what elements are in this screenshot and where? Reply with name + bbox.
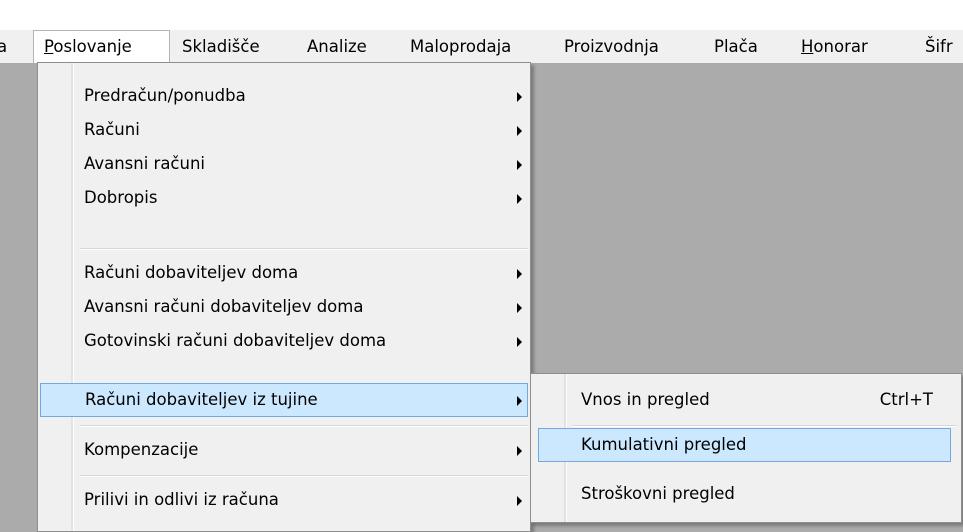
menu-item-prilivi-in-odlivi[interactable]: Prilivi in odlivi iz računa xyxy=(74,483,530,517)
menu-item-honorar[interactable]: Honorar xyxy=(801,30,868,63)
racuni-tujina-submenu: Vnos in pregled Ctrl+T Kumulativni pregl… xyxy=(530,373,962,523)
submenu-arrow-icon xyxy=(517,126,522,136)
menu-item-kompenzacije[interactable]: Kompenzacije xyxy=(74,433,530,467)
menu-item-predracun-ponudba[interactable]: Predračun/ponudba xyxy=(74,79,530,113)
menu-item-gotovinski-racuni-dobaviteljev-doma[interactable]: Gotovinski računi dobaviteljev doma xyxy=(74,324,530,358)
menu-item-poslovanje-label: Poslovanje xyxy=(44,37,132,56)
menu-item-racuni[interactable]: Računi xyxy=(74,113,530,147)
submenu-arrow-icon xyxy=(517,269,522,279)
submenu-arrow-icon xyxy=(517,92,522,102)
menu-separator xyxy=(80,425,528,427)
menu-item-racuni-dobaviteljev-iz-tujine[interactable]: Računi dobaviteljev iz tujine xyxy=(40,383,528,417)
submenu-item-stroskovni-pregled[interactable]: Stroškovni pregled xyxy=(567,477,961,511)
submenu-arrow-icon xyxy=(517,303,522,313)
submenu-item-vnos-in-pregled[interactable]: Vnos in pregled Ctrl+T xyxy=(567,383,961,417)
submenu-arrow-icon xyxy=(517,446,522,456)
menu-item-cut-left-label: a xyxy=(0,37,8,56)
menu-item-proizvodnja[interactable]: Proizvodnja xyxy=(564,30,659,63)
menu-separator xyxy=(80,475,528,477)
menu-item-maloprodaja[interactable]: Maloprodaja xyxy=(410,30,511,63)
title-area xyxy=(0,0,963,30)
menu-separator xyxy=(80,248,528,250)
submenu-arrow-icon xyxy=(517,194,522,204)
menu-item-avansni-racuni-dobaviteljev-doma[interactable]: Avansni računi dobaviteljev doma xyxy=(74,290,530,324)
shortcut-ctrl-t: Ctrl+T xyxy=(879,390,933,409)
menu-bar: a Poslovanje Skladišče Analize Maloproda… xyxy=(0,30,963,63)
menu-item-analize[interactable]: Analize xyxy=(307,30,367,63)
menu-item-poslovanje[interactable]: Poslovanje xyxy=(33,30,170,63)
submenu-item-kumulativni-pregled[interactable]: Kumulativni pregled xyxy=(538,428,951,462)
menu-item-cut-left[interactable]: a xyxy=(0,30,10,63)
menu-item-racuni-dobaviteljev-doma[interactable]: Računi dobaviteljev doma xyxy=(74,256,530,290)
menu-item-skladisce[interactable]: Skladišče xyxy=(182,30,260,63)
menu-item-sifr[interactable]: Šifr xyxy=(925,30,963,63)
submenu-separator xyxy=(573,425,957,427)
menu-item-dobropis[interactable]: Dobropis xyxy=(74,181,530,215)
menu-item-avansni-racuni[interactable]: Avansni računi xyxy=(74,147,530,181)
submenu-arrow-icon xyxy=(517,337,522,347)
submenu-arrow-icon xyxy=(517,396,522,406)
poslovanje-dropdown-menu: Predračun/ponudba Računi Avansni računi … xyxy=(37,62,531,532)
menu-item-placa[interactable]: Plača xyxy=(714,30,758,63)
submenu-arrow-icon xyxy=(517,160,522,170)
submenu-arrow-icon xyxy=(517,496,522,506)
